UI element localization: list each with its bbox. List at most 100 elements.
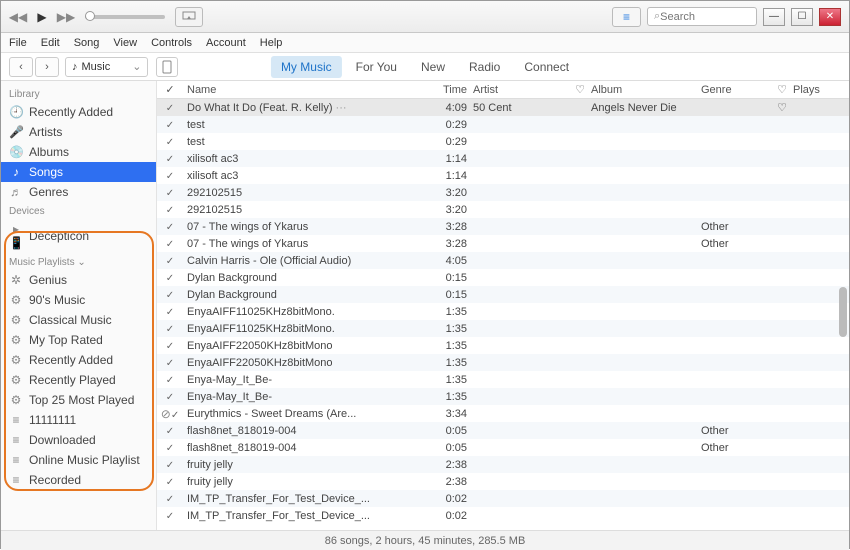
row-check-icon[interactable]: ⊘✓: [157, 407, 183, 421]
menu-help[interactable]: Help: [260, 37, 283, 49]
menu-account[interactable]: Account: [206, 37, 246, 49]
col-loved-icon[interactable]: ♡: [569, 83, 591, 96]
menu-controls[interactable]: Controls: [151, 37, 192, 49]
tab-connect[interactable]: Connect: [514, 56, 579, 78]
row-check-icon[interactable]: ✓: [157, 221, 183, 233]
table-header[interactable]: ✓ Name Time Artist ♡ Album Genre ♡ Plays: [157, 81, 849, 99]
source-select[interactable]: ♪ Music ⌄: [65, 57, 148, 77]
tab-radio[interactable]: Radio: [459, 56, 510, 78]
tab-new[interactable]: New: [411, 56, 455, 78]
row-check-icon[interactable]: ✓: [157, 136, 183, 148]
close-button[interactable]: ✕: [819, 8, 841, 26]
row-check-icon[interactable]: ✓: [157, 204, 183, 216]
minimize-button[interactable]: —: [763, 8, 785, 26]
next-button[interactable]: ▶▶: [57, 8, 75, 26]
table-row[interactable]: ✓test0:29: [157, 116, 849, 133]
sidebar-item-genius[interactable]: ✲Genius: [1, 270, 156, 290]
row-check-icon[interactable]: ✓: [157, 153, 183, 165]
table-row[interactable]: ✓flash8net_818019-0040:05Other: [157, 422, 849, 439]
col-name[interactable]: Name: [183, 84, 433, 96]
row-check-icon[interactable]: ✓: [157, 187, 183, 199]
table-row[interactable]: ✓xilisoft ac31:14: [157, 150, 849, 167]
table-row[interactable]: ✓EnyaAIFF11025KHz8bitMono.1:35: [157, 320, 849, 337]
table-row[interactable]: ✓07 - The wings of Ykarus3:28Other: [157, 235, 849, 252]
sidebar-item-albums[interactable]: 💿Albums: [1, 142, 156, 162]
row-check-icon[interactable]: ✓: [157, 476, 183, 488]
sidebar-item-genres[interactable]: ♬Genres: [1, 182, 156, 202]
table-row[interactable]: ✓IM_TP_Transfer_For_Test_Device_...0:02: [157, 507, 849, 524]
row-check-icon[interactable]: ✓: [157, 289, 183, 301]
sidebar-section-library[interactable]: Library: [1, 85, 156, 102]
volume-slider[interactable]: [85, 15, 165, 19]
table-row[interactable]: ✓07 - The wings of Ykarus3:28Other: [157, 218, 849, 235]
col-time[interactable]: Time: [433, 84, 473, 96]
tab-my-music[interactable]: My Music: [271, 56, 342, 78]
sidebar-section-devices[interactable]: Devices: [1, 202, 156, 219]
table-row[interactable]: ✓2921025153:20: [157, 184, 849, 201]
table-row[interactable]: ✓EnyaAIFF22050KHz8bitMono1:35: [157, 354, 849, 371]
table-row[interactable]: ✓Enya-May_It_Be-1:35: [157, 388, 849, 405]
menu-song[interactable]: Song: [74, 37, 100, 49]
maximize-button[interactable]: ☐: [791, 8, 813, 26]
airplay-button[interactable]: [175, 7, 203, 27]
search-input[interactable]: ⌕: [647, 7, 757, 26]
table-row[interactable]: ⊘✓Eurythmics - Sweet Dreams (Are...3:34: [157, 405, 849, 422]
menu-edit[interactable]: Edit: [41, 37, 60, 49]
sidebar-item-decepticon[interactable]: ▸ 📱Decepticon: [1, 219, 156, 253]
tab-for-you[interactable]: For You: [346, 56, 407, 78]
table-row[interactable]: ✓EnyaAIFF11025KHz8bitMono.1:35: [157, 303, 849, 320]
table-row[interactable]: ✓Dylan Background0:15: [157, 286, 849, 303]
sidebar-item-recently-added[interactable]: ⚙Recently Added: [1, 350, 156, 370]
sidebar-item-top-25-most-played[interactable]: ⚙Top 25 Most Played: [1, 390, 156, 410]
row-check-icon[interactable]: ✓: [157, 510, 183, 522]
table-row[interactable]: ✓flash8net_818019-0040:05Other: [157, 439, 849, 456]
row-check-icon[interactable]: ✓: [157, 306, 183, 318]
row-loved2-icon[interactable]: ♡: [771, 101, 793, 114]
row-check-icon[interactable]: ✓: [157, 357, 183, 369]
row-check-icon[interactable]: ✓: [157, 391, 183, 403]
col-album[interactable]: Album: [591, 84, 701, 96]
sidebar-item-recently-added[interactable]: 🕘Recently Added: [1, 102, 156, 122]
sidebar-item-my-top-rated[interactable]: ⚙My Top Rated: [1, 330, 156, 350]
prev-button[interactable]: ◀◀: [9, 8, 27, 26]
row-check-icon[interactable]: ✓: [157, 272, 183, 284]
list-view-button[interactable]: ≡: [612, 7, 641, 27]
sidebar-item-artists[interactable]: 🎤Artists: [1, 122, 156, 142]
forward-button[interactable]: ›: [35, 57, 59, 77]
table-row[interactable]: ✓IM_TP_Transfer_For_Test_Device_...0:02: [157, 490, 849, 507]
row-check-icon[interactable]: ✓: [157, 442, 183, 454]
row-check-icon[interactable]: ✓: [157, 340, 183, 352]
row-check-icon[interactable]: ✓: [157, 255, 183, 267]
sidebar-section-music[interactable]: Music Playlists ⌄: [1, 253, 156, 270]
play-button[interactable]: ▶: [33, 8, 51, 26]
row-check-icon[interactable]: ✓: [157, 102, 183, 114]
row-check-icon[interactable]: ✓: [157, 493, 183, 505]
col-loved2-icon[interactable]: ♡: [771, 83, 793, 96]
menu-view[interactable]: View: [113, 37, 137, 49]
sidebar-item-90-s-music[interactable]: ⚙90's Music: [1, 290, 156, 310]
sidebar-item-songs[interactable]: ♪Songs: [1, 162, 156, 182]
row-check-icon[interactable]: ✓: [157, 425, 183, 437]
table-row[interactable]: ✓Enya-May_It_Be-1:35: [157, 371, 849, 388]
table-row[interactable]: ✓Dylan Background0:15: [157, 269, 849, 286]
table-row[interactable]: ✓xilisoft ac31:14: [157, 167, 849, 184]
sidebar-item-online-music-playlist[interactable]: ≡Online Music Playlist: [1, 450, 156, 470]
table-row[interactable]: ✓fruity jelly2:38: [157, 456, 849, 473]
sidebar-item-recorded[interactable]: ≡Recorded: [1, 470, 156, 490]
row-check-icon[interactable]: ✓: [157, 238, 183, 250]
sidebar-item-11111111[interactable]: ≡11111111: [1, 410, 156, 430]
sidebar-item-recently-played[interactable]: ⚙Recently Played: [1, 370, 156, 390]
row-check-icon[interactable]: ✓: [157, 119, 183, 131]
row-check-icon[interactable]: ✓: [157, 323, 183, 335]
table-row[interactable]: ✓Calvin Harris - Ole (Official Audio)4:0…: [157, 252, 849, 269]
device-button[interactable]: [156, 57, 178, 77]
sidebar-item-classical-music[interactable]: ⚙Classical Music: [1, 310, 156, 330]
table-row[interactable]: ✓fruity jelly2:38: [157, 473, 849, 490]
table-row[interactable]: ✓2921025153:20: [157, 201, 849, 218]
row-check-icon[interactable]: ✓: [157, 374, 183, 386]
row-check-icon[interactable]: ✓: [157, 170, 183, 182]
col-plays[interactable]: Plays: [793, 84, 849, 96]
col-artist[interactable]: Artist: [473, 84, 569, 96]
table-row[interactable]: ✓EnyaAIFF22050KHz8bitMono1:35: [157, 337, 849, 354]
back-button[interactable]: ‹: [9, 57, 33, 77]
